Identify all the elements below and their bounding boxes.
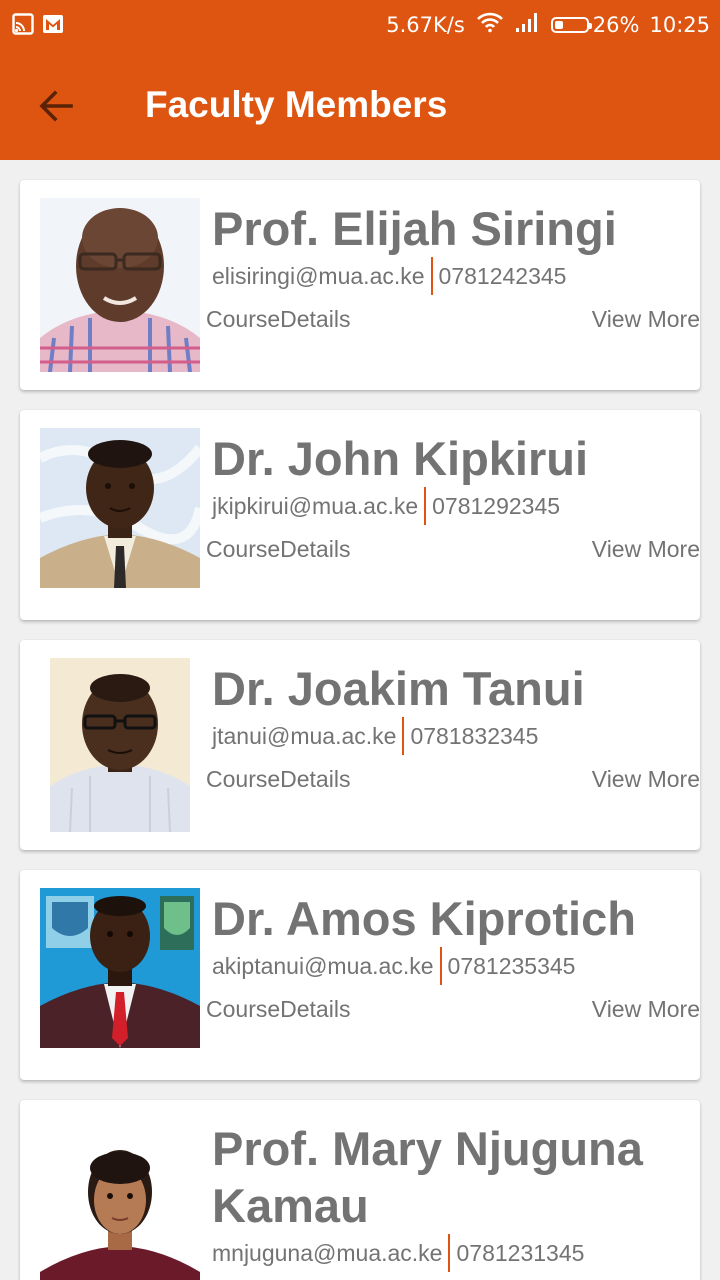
faculty-phone[interactable]: 0781242345 (439, 263, 567, 290)
arrow-back-icon (39, 90, 73, 122)
faculty-info: Dr. Joakim Tanui jtanui@mua.ac.ke 078183… (206, 640, 700, 850)
faculty-name: Prof. Elijah Siringi (212, 202, 617, 255)
faculty-photo (40, 888, 200, 1062)
faculty-card[interactable]: Dr. John Kipkirui jkipkirui@mua.ac.ke 07… (20, 410, 700, 620)
faculty-phone[interactable]: 0781235345 (448, 953, 576, 980)
status-right: 5.67K/s 26% 10:25 (386, 11, 710, 38)
faculty-card[interactable]: Prof. Elijah Siringi elisiringi@mua.ac.k… (20, 180, 700, 390)
toolbar: Faculty Members (0, 50, 720, 160)
app-bar: 5.67K/s 26% 10:25 Faculty Members (0, 0, 720, 160)
view-more-link[interactable]: View More (592, 996, 700, 1023)
contact-divider (448, 1234, 451, 1272)
faculty-info: Dr. Amos Kiprotich akiptanui@mua.ac.ke 0… (206, 870, 700, 1080)
course-details-link[interactable]: CourseDetails (206, 536, 350, 563)
faculty-photo (40, 198, 200, 372)
faculty-photo (40, 1126, 200, 1280)
contact-divider (430, 257, 433, 295)
faculty-phone[interactable]: 0781832345 (410, 723, 538, 750)
battery-icon (550, 16, 592, 33)
page-title: Faculty Members (145, 84, 448, 125)
faculty-info: Prof. Mary Njuguna Kamau mnjuguna@mua.ac… (206, 1100, 700, 1280)
view-more-link[interactable]: View More (592, 536, 700, 563)
faculty-phone[interactable]: 0781231345 (456, 1240, 584, 1267)
faculty-name: Dr. Amos Kiprotich (212, 892, 636, 945)
mail-icon (42, 13, 64, 40)
clock: 10:25 (649, 12, 710, 37)
faculty-contact: jtanui@mua.ac.ke 0781832345 (212, 717, 538, 755)
faculty-phone[interactable]: 0781292345 (432, 493, 560, 520)
view-more-link[interactable]: View More (592, 766, 700, 793)
course-details-link[interactable]: CourseDetails (206, 996, 350, 1023)
contact-divider (424, 487, 427, 525)
faculty-photo (40, 428, 200, 602)
faculty-contact: mnjuguna@mua.ac.ke 0781231345 (212, 1234, 584, 1272)
faculty-email[interactable]: jtanui@mua.ac.ke (212, 723, 396, 750)
signal-icon (515, 11, 541, 38)
faculty-email[interactable]: mnjuguna@mua.ac.ke (212, 1240, 442, 1267)
contact-divider (439, 947, 442, 985)
status-bar: 5.67K/s 26% 10:25 (0, 0, 720, 50)
faculty-name: Dr. Joakim Tanui (212, 662, 585, 715)
view-more-link[interactable]: View More (592, 306, 700, 333)
course-details-link[interactable]: CourseDetails (206, 766, 350, 793)
faculty-info: Dr. John Kipkirui jkipkirui@mua.ac.ke 07… (206, 410, 700, 620)
faculty-list: Prof. Elijah Siringi elisiringi@mua.ac.k… (0, 160, 720, 1280)
faculty-name: Prof. Mary Njuguna Kamau (212, 1122, 643, 1232)
cast-icon (12, 13, 34, 40)
battery-percent: 26% (592, 12, 640, 37)
faculty-email[interactable]: akiptanui@mua.ac.ke (212, 953, 434, 980)
network-speed: 5.67K/s (386, 12, 465, 37)
back-button[interactable] (28, 78, 84, 134)
faculty-card[interactable]: Prof. Mary Njuguna Kamau mnjuguna@mua.ac… (20, 1100, 700, 1280)
status-left-icons (12, 13, 64, 40)
faculty-contact: jkipkirui@mua.ac.ke 0781292345 (212, 487, 560, 525)
wifi-icon (475, 11, 505, 38)
faculty-name: Dr. John Kipkirui (212, 432, 589, 485)
faculty-email[interactable]: elisiringi@mua.ac.ke (212, 263, 425, 290)
course-details-link[interactable]: CourseDetails (206, 306, 350, 333)
faculty-email[interactable]: jkipkirui@mua.ac.ke (212, 493, 418, 520)
faculty-card[interactable]: Dr. Amos Kiprotich akiptanui@mua.ac.ke 0… (20, 870, 700, 1080)
faculty-photo (50, 658, 190, 832)
battery-level-fill (554, 20, 563, 29)
contact-divider (402, 717, 405, 755)
faculty-card[interactable]: Dr. Joakim Tanui jtanui@mua.ac.ke 078183… (20, 640, 700, 850)
faculty-contact: akiptanui@mua.ac.ke 0781235345 (212, 947, 575, 985)
faculty-contact: elisiringi@mua.ac.ke 0781242345 (212, 257, 566, 295)
faculty-info: Prof. Elijah Siringi elisiringi@mua.ac.k… (206, 180, 700, 390)
battery-indicator: 26% (550, 12, 640, 37)
